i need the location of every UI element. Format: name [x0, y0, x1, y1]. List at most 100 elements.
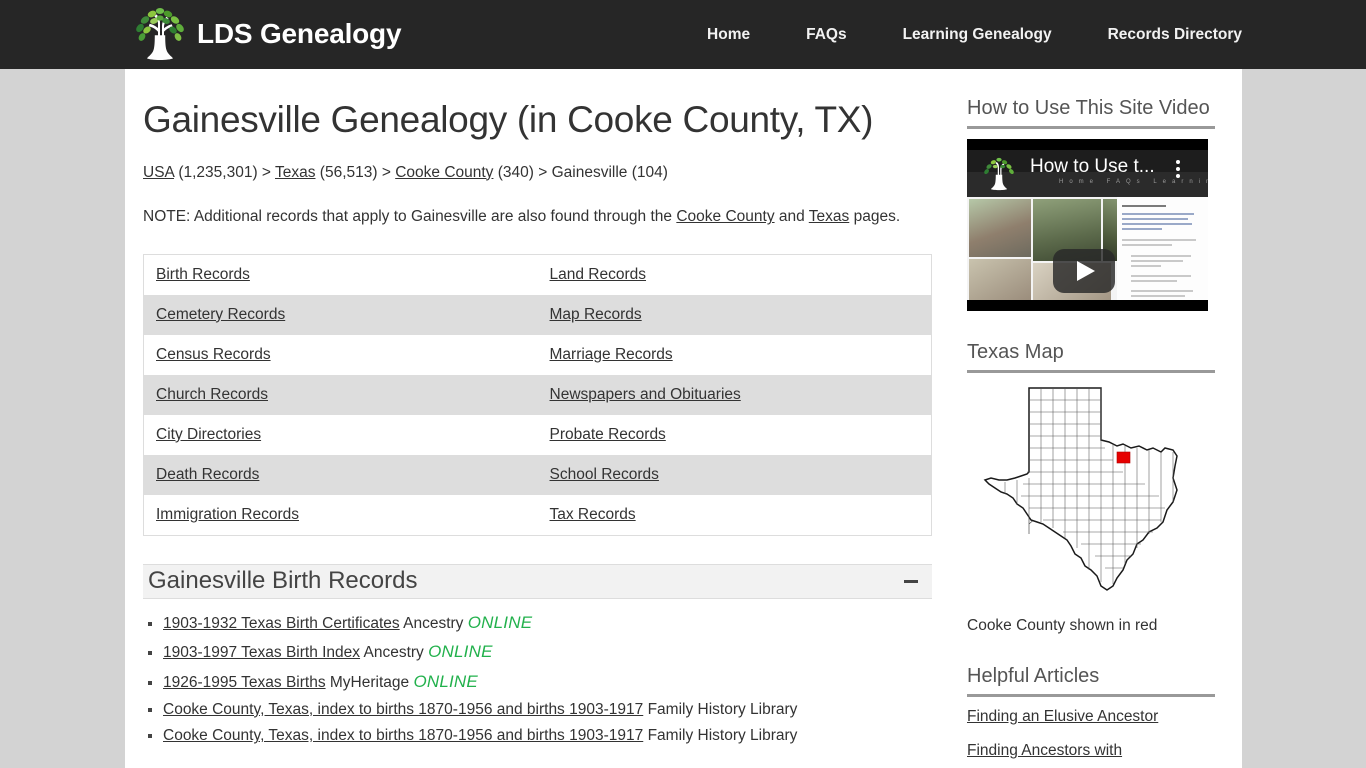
note-middle: and	[774, 208, 809, 226]
record-link-marriage-records[interactable]: Marriage Records	[550, 346, 673, 363]
list-item: Cooke County, Texas, index to births 187…	[163, 697, 951, 724]
list-item: 1926-1995 Texas Births MyHeritage ONLINE	[163, 667, 951, 697]
table-cell: Map Records	[537, 294, 932, 335]
tree-logo-icon	[136, 8, 184, 60]
birth-record-link[interactable]: Cooke County, Texas, index to births 187…	[163, 701, 643, 718]
cooke-county-highlight	[1116, 451, 1130, 464]
table-cell: School Records	[537, 454, 932, 495]
birth-record-link[interactable]: Cooke County, Texas, index to births 187…	[163, 727, 643, 744]
collage-document-panel	[1117, 197, 1208, 300]
nav-item-faqs[interactable]: FAQs	[778, 26, 874, 44]
sidebar-title-video: How to Use This Site Video	[967, 96, 1215, 129]
birth-record-link[interactable]: 1926-1995 Texas Births	[163, 674, 326, 691]
note-link-texas[interactable]: Texas	[809, 208, 850, 225]
table-cell: Immigration Records	[143, 494, 538, 536]
minus-icon[interactable]	[904, 579, 918, 583]
texas-map-image	[967, 382, 1208, 609]
birth-record-source: MyHeritage	[329, 674, 410, 692]
breadcrumb-link-usa[interactable]: USA	[143, 164, 174, 181]
section-title: Gainesville Birth Records	[148, 567, 418, 595]
article-link[interactable]: Finding Ancestors with	[967, 740, 1215, 761]
table-cell: Tax Records	[537, 494, 932, 536]
table-row: Immigration Records Tax Records	[143, 494, 932, 536]
sidebar-title-articles: Helpful Articles	[967, 664, 1215, 697]
record-link-census-records[interactable]: Census Records	[156, 346, 271, 363]
table-cell: Church Records	[143, 374, 538, 415]
table-row: City Directories Probate Records	[143, 414, 932, 455]
note-suffix: pages.	[849, 208, 901, 226]
table-row: Birth Records Land Records	[143, 254, 932, 295]
list-item: 1903-1932 Texas Birth Certificates Ances…	[163, 608, 951, 638]
record-link-cemetery-records[interactable]: Cemetery Records	[156, 306, 285, 323]
record-link-school-records[interactable]: School Records	[550, 466, 659, 483]
table-cell: Cemetery Records	[143, 294, 538, 335]
brand-logo-link[interactable]: LDS Genealogy	[131, 6, 402, 62]
birth-record-source: Ancestry	[403, 614, 464, 632]
table-cell: Probate Records	[537, 414, 932, 455]
nav-item-records-directory[interactable]: Records Directory	[1080, 26, 1242, 44]
record-link-probate-records[interactable]: Probate Records	[550, 426, 666, 443]
tree-logo-icon	[984, 157, 1014, 191]
video-thumbnail[interactable]: How to Use t... Home FAQs Learning Genea…	[967, 139, 1208, 311]
breadcrumb-link-texas[interactable]: Texas	[275, 164, 316, 181]
map-caption: Cooke County shown in red	[967, 617, 1158, 634]
online-badge: ONLINE	[467, 612, 533, 632]
nav-item-learning-genealogy[interactable]: Learning Genealogy	[875, 26, 1080, 44]
video-thumb-collage	[967, 197, 1208, 300]
record-link-tax-records[interactable]: Tax Records	[550, 506, 636, 523]
breadcrumb: USA (1,235,301) > Texas (56,513) > Cooke…	[143, 162, 951, 184]
table-cell: Birth Records	[143, 254, 538, 295]
video-thumbnail-image: How to Use t... Home FAQs Learning Genea…	[967, 150, 1208, 300]
list-item: 1903-1997 Texas Birth Index Ancestry ONL…	[163, 637, 951, 667]
table-cell: Marriage Records	[537, 334, 932, 375]
site-header: LDS Genealogy Home FAQs Learning Genealo…	[0, 0, 1366, 69]
record-link-immigration-records[interactable]: Immigration Records	[156, 506, 299, 523]
brand-text: LDS Genealogy	[197, 18, 402, 49]
note-link-cooke-county[interactable]: Cooke County	[676, 208, 774, 225]
list-item: Cooke County, Texas, index to births 187…	[163, 723, 951, 750]
page-title: Gainesville Genealogy (in Cooke County, …	[143, 99, 874, 140]
kebab-menu-icon[interactable]	[1176, 160, 1180, 181]
table-row: Cemetery Records Map Records	[143, 294, 932, 335]
birth-record-link[interactable]: 1903-1932 Texas Birth Certificates	[163, 615, 400, 632]
page-content-area: Gainesville Genealogy (in Cooke County, …	[125, 69, 1242, 768]
play-icon[interactable]	[1053, 249, 1115, 293]
helpful-articles-list: Finding an Elusive Ancestor Finding Ance…	[967, 706, 1215, 762]
collage-photo	[969, 199, 1031, 257]
record-link-birth-records[interactable]: Birth Records	[156, 266, 250, 283]
record-link-newspapers-and-obituaries[interactable]: Newspapers and Obituaries	[550, 386, 741, 403]
table-cell: Census Records	[143, 334, 538, 375]
main-column: Gainesville Genealogy (in Cooke County, …	[143, 69, 951, 750]
birth-record-source: Ancestry	[363, 644, 424, 662]
table-row: Death Records School Records	[143, 454, 932, 495]
note-text: NOTE: Additional records that apply to G…	[143, 206, 933, 228]
video-thumb-title: How to Use t...	[1030, 156, 1155, 177]
breadcrumb-current-city: Gainesville (104)	[551, 163, 668, 181]
birth-record-source: Family History Library	[647, 700, 798, 718]
breadcrumb-count-county: (340) >	[493, 163, 552, 181]
record-link-land-records[interactable]: Land Records	[550, 266, 647, 283]
texas-county-map-icon	[983, 387, 1178, 591]
table-row: Church Records Newspapers and Obituaries	[143, 374, 932, 415]
breadcrumb-count-usa: (1,235,301) >	[174, 163, 275, 181]
sidebar: How to Use This Site Video How to Use t.…	[967, 69, 1215, 762]
collage-photo	[969, 259, 1031, 300]
note-prefix: NOTE: Additional records that apply to G…	[143, 208, 677, 226]
video-thumb-nav-text: Home FAQs Learning Genealogy Records Dir…	[1059, 179, 1208, 185]
record-link-map-records[interactable]: Map Records	[550, 306, 642, 323]
article-link[interactable]: Finding an Elusive Ancestor	[967, 706, 1215, 727]
breadcrumb-count-texas: (56,513) >	[315, 163, 396, 181]
birth-record-source: Family History Library	[647, 727, 798, 745]
sidebar-title-map: Texas Map	[967, 340, 1215, 373]
table-cell: Death Records	[143, 454, 538, 495]
table-cell: Newspapers and Obituaries	[537, 374, 932, 415]
record-categories-table: Birth Records Land Records Cemetery Reco…	[143, 253, 932, 536]
nav-item-home[interactable]: Home	[679, 26, 778, 44]
table-cell: City Directories	[143, 414, 538, 455]
record-link-city-directories[interactable]: City Directories	[156, 426, 261, 443]
breadcrumb-link-county[interactable]: Cooke County	[395, 164, 493, 181]
record-link-death-records[interactable]: Death Records	[156, 466, 259, 483]
record-link-church-records[interactable]: Church Records	[156, 386, 268, 403]
birth-record-link[interactable]: 1903-1997 Texas Birth Index	[163, 644, 360, 661]
birth-records-section-header[interactable]: Gainesville Birth Records	[143, 563, 932, 599]
